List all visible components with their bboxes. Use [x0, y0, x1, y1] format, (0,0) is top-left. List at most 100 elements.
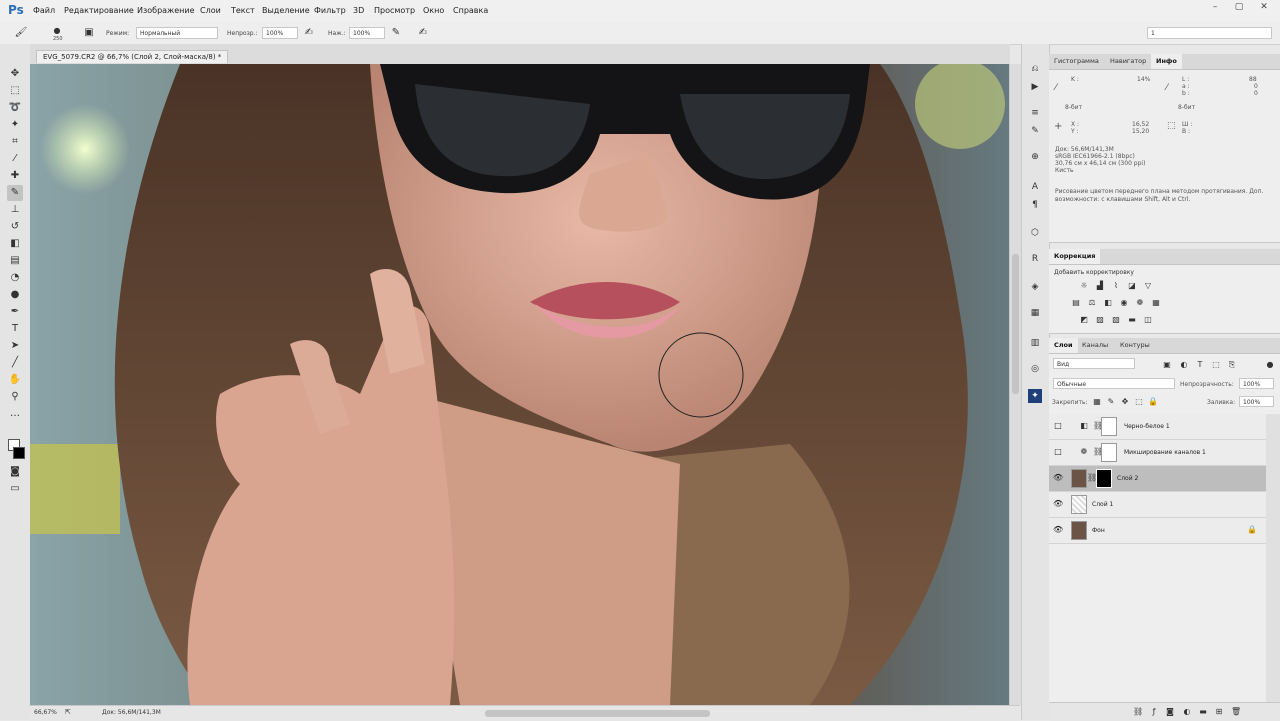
layer-name[interactable]: Черно-белое 1	[1124, 423, 1170, 430]
visibility-eye-icon[interactable]: 👁	[1053, 525, 1063, 535]
new-group-icon[interactable]: ▬	[1198, 707, 1208, 717]
more-tools-icon[interactable]: …	[7, 406, 23, 422]
libraries-icon[interactable]: ▦	[1028, 306, 1042, 320]
new-layer-icon[interactable]: ⊞	[1214, 707, 1224, 717]
marquee-tool-icon[interactable]: ⬚	[7, 83, 23, 99]
screen-mode-icon[interactable]: ▭	[7, 481, 23, 497]
foreground-color-swatch[interactable]	[13, 447, 25, 459]
brush-panel-icon[interactable]: ▣	[82, 26, 96, 40]
tab-channels[interactable]: Каналы	[1077, 338, 1113, 353]
maximize-icon[interactable]: ▢	[1230, 2, 1248, 16]
menu-layers[interactable]: Слои	[200, 6, 221, 15]
lock-artboard-icon[interactable]: ⬚	[1134, 397, 1144, 407]
quick-select-tool-icon[interactable]: ✦	[7, 117, 23, 133]
mode-select[interactable]: Нормальный	[136, 27, 218, 39]
zoom-level[interactable]: 66,67%	[34, 709, 57, 716]
eraser-tool-icon[interactable]: ◧	[7, 236, 23, 252]
layer-style-icon[interactable]: ƒ	[1149, 707, 1159, 717]
filter-smart-icon[interactable]: ⎘	[1227, 360, 1237, 370]
blend-mode-select[interactable]: Обычные	[1053, 378, 1175, 389]
levels-icon[interactable]: ▟	[1095, 281, 1105, 291]
tab-navigator[interactable]: Навигатор	[1105, 54, 1151, 69]
menu-edit[interactable]: Редактирование	[64, 6, 134, 15]
threshold-icon[interactable]: ▧	[1111, 315, 1121, 325]
menu-3d[interactable]: 3D	[353, 6, 364, 15]
exposure-icon[interactable]: ◪	[1127, 281, 1137, 291]
tab-info[interactable]: Инфо	[1151, 54, 1182, 69]
new-adjustment-icon[interactable]: ◐	[1182, 707, 1192, 717]
color-lookup-icon[interactable]: ▦	[1151, 298, 1161, 308]
lasso-tool-icon[interactable]: ➰	[7, 100, 23, 116]
invert-icon[interactable]: ◩	[1079, 315, 1089, 325]
dodge-tool-icon[interactable]: ●	[7, 287, 23, 303]
visibility-toggle-off-icon[interactable]: □	[1053, 447, 1063, 457]
actions-play-icon[interactable]: ▶	[1028, 80, 1042, 94]
layer-mask-thumbnail[interactable]	[1101, 443, 1117, 462]
swatches-icon[interactable]: ◈	[1028, 280, 1042, 294]
black-white-icon[interactable]: ◧	[1103, 298, 1113, 308]
filter-toggle-icon[interactable]: ●	[1265, 360, 1275, 370]
blur-tool-icon[interactable]: ◔	[7, 270, 23, 286]
brush-settings-icon[interactable]: ✎	[1028, 124, 1042, 138]
layer-name[interactable]: Микширование каналов 1	[1124, 449, 1206, 456]
curves-icon[interactable]: ⌇	[1111, 281, 1121, 291]
close-icon[interactable]: ✕	[1255, 2, 1273, 16]
color-balance-icon[interactable]: ⚖	[1087, 298, 1097, 308]
channels-icon[interactable]: ▥	[1028, 336, 1042, 350]
menu-view[interactable]: Просмотр	[374, 6, 415, 15]
paths-icon[interactable]: ◎	[1028, 362, 1042, 376]
channel-mixer-icon[interactable]: ❁	[1135, 298, 1145, 308]
layer-thumbnail[interactable]	[1071, 521, 1087, 540]
layer-mask-thumbnail[interactable]	[1096, 469, 1112, 488]
eyedropper-tool-icon[interactable]: ⁄	[7, 151, 23, 167]
posterize-icon[interactable]: ▨	[1095, 315, 1105, 325]
lock-all-icon[interactable]: 🔒	[1148, 397, 1158, 407]
document-tab[interactable]: EVG_5079.CR2 @ 66,7% (Слой 2, Слой-маска…	[36, 50, 229, 63]
hand-tool-icon[interactable]: ✋	[7, 372, 23, 388]
layer-thumbnail[interactable]	[1071, 495, 1087, 514]
visibility-eye-icon[interactable]: 👁	[1053, 499, 1063, 509]
crop-tool-icon[interactable]: ⌗	[7, 134, 23, 150]
horizontal-scrollbar-thumb[interactable]	[485, 710, 710, 717]
image-canvas[interactable]	[30, 64, 1009, 705]
line-tool-icon[interactable]: ╱	[7, 355, 23, 371]
pressure-field[interactable]: 100%	[349, 27, 385, 39]
menu-image[interactable]: Изображение	[137, 6, 195, 15]
add-mask-icon[interactable]: ◙	[1165, 707, 1175, 717]
vertical-scrollbar[interactable]	[1009, 64, 1021, 705]
layer-row[interactable]: 👁 Слой 1	[1049, 492, 1266, 518]
filter-pixel-icon[interactable]: ▣	[1162, 360, 1172, 370]
character-icon[interactable]: A	[1028, 180, 1042, 194]
layers-scrollbar[interactable]	[1266, 414, 1280, 704]
type-tool-icon[interactable]: T	[7, 321, 23, 337]
zoom-tool-icon[interactable]: ⚲	[7, 389, 23, 405]
quick-mask-icon[interactable]: ◙	[7, 464, 23, 480]
brightness-icon[interactable]: ☼	[1079, 281, 1089, 291]
menu-window[interactable]: Окно	[423, 6, 444, 15]
filter-adjustment-icon[interactable]: ◐	[1179, 360, 1189, 370]
layer-name[interactable]: Фон	[1092, 527, 1105, 534]
history-icon[interactable]: ⎌	[1028, 62, 1042, 76]
lock-position-icon[interactable]: ✥	[1120, 397, 1130, 407]
link-layers-icon[interactable]: ⛓	[1133, 707, 1143, 717]
gradient-map-icon[interactable]: ▬	[1127, 315, 1137, 325]
paragraph-icon[interactable]: ¶	[1028, 198, 1042, 212]
menu-select[interactable]: Выделение	[262, 6, 310, 15]
selective-color-icon[interactable]: ◫	[1143, 315, 1153, 325]
layer-thumbnail[interactable]	[1071, 469, 1087, 488]
layer-fill-field[interactable]: 100%	[1239, 396, 1274, 407]
layer-row[interactable]: □ ❁ ⛓ Микширование каналов 1	[1049, 440, 1266, 466]
filter-shape-icon[interactable]: ⬚	[1211, 360, 1221, 370]
menu-file[interactable]: Файл	[33, 6, 55, 15]
airbrush-icon[interactable]: ✎	[389, 26, 403, 40]
clone-source-icon[interactable]: ⊕	[1028, 150, 1042, 164]
lock-transparent-icon[interactable]: ▦	[1092, 397, 1102, 407]
visibility-toggle-off-icon[interactable]: □	[1053, 421, 1063, 431]
menu-type[interactable]: Текст	[231, 6, 255, 15]
layer-name[interactable]: Слой 2	[1117, 475, 1138, 482]
brush-tool-icon[interactable]: 🖌	[14, 26, 28, 40]
styles-icon[interactable]: R	[1028, 252, 1042, 266]
3d-icon[interactable]: ⬡	[1028, 226, 1042, 240]
healing-tool-icon[interactable]: ✚	[7, 168, 23, 184]
hue-saturation-icon[interactable]: ▤	[1071, 298, 1081, 308]
